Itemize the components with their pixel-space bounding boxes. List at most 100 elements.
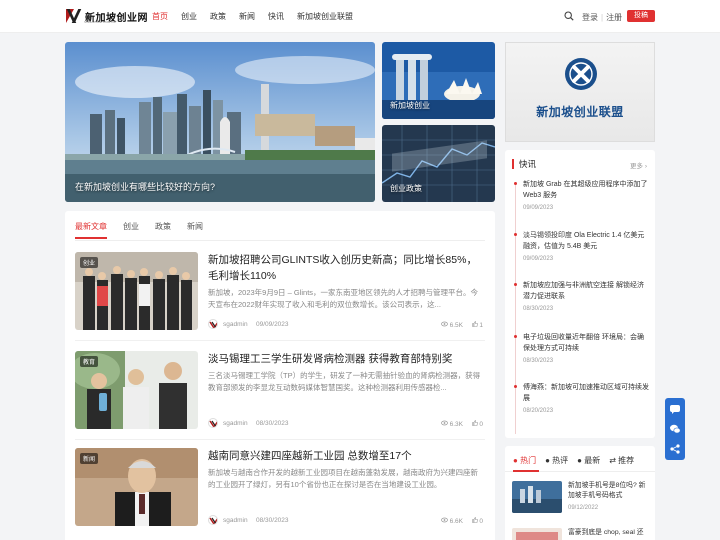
thumbs-up-icon: [471, 420, 478, 426]
hero-side-caption-startup: 新加坡创业: [390, 101, 430, 110]
hot-tabs: ● 热门 ● 热评 ● 最新 ⇄ 推荐: [513, 455, 643, 466]
article-excerpt: 新加坡与越南合作开发的越新工业园项目在越南蓬勃发展，越南政府为兴建四座新的工业园…: [208, 468, 478, 489]
news-item-date: 09/09/2023: [523, 256, 554, 262]
tab-recommend[interactable]: ⇄ 推荐: [609, 455, 634, 466]
news-item[interactable]: 电子垃圾回收量近年翻倍 环境局：会确保处理方式可持续 08/30/2023: [514, 332, 649, 364]
news-item-title[interactable]: 淡马锡领投印度 Ola Electric 1.4 亿美元融资，估值为 5.4B …: [523, 230, 649, 252]
search-icon[interactable]: [564, 11, 574, 21]
news-item-title[interactable]: 新加坡应加强与非洲航空连接 解锁经济潜力促进联系: [523, 280, 649, 302]
floating-share-bar: [665, 398, 685, 460]
hero-side-caption-policy: 创业政策: [390, 184, 422, 193]
article-tag: 教育: [80, 356, 99, 367]
article-title[interactable]: 新加坡招聘公司GLINTS收入创历史新高；同比增长85%，毛利增长110%: [208, 252, 485, 284]
article-title[interactable]: 越南同意兴建四座越新工业园 总数增至17个: [208, 448, 485, 464]
share-icon[interactable]: [669, 443, 681, 455]
logo-subtitle: SINGAPORE STARTUP: [84, 20, 117, 24]
author-name[interactable]: sgadmin: [223, 321, 248, 328]
news-item-date: 08/30/2023: [523, 306, 554, 312]
likes-count[interactable]: 1: [471, 321, 483, 329]
login-link[interactable]: 登录: [582, 13, 598, 22]
tab-hot[interactable]: ● 热门: [513, 455, 536, 466]
nav-home[interactable]: 首页: [152, 11, 168, 22]
fire-icon: ●: [513, 456, 518, 465]
views-count: 6.3K: [440, 420, 463, 428]
news-item[interactable]: 新加坡应加强与非洲航空连接 解锁经济潜力促进联系 08/30/2023: [514, 280, 649, 312]
author-avatar[interactable]: [208, 319, 218, 329]
news-item[interactable]: 新加坡 Grab 在其超级应用程序中添加了 Web3 服务 09/09/2023: [514, 179, 649, 211]
register-link[interactable]: 注册: [606, 13, 622, 22]
article-item[interactable]: 新闻 越南同意兴建四座越新工业园 总数增至17个 新加坡与越南合作开发的越新工业…: [75, 448, 485, 526]
comment-icon: ●: [545, 456, 550, 465]
alliance-ad-banner[interactable]: 新加坡创业联盟: [505, 42, 655, 142]
logo-icon: [66, 9, 82, 23]
thumbs-up-icon: [471, 321, 478, 327]
author-avatar[interactable]: [208, 515, 218, 525]
article-meta: sgadmin 09/09/2023 6.5K 1: [208, 319, 485, 330]
likes-count[interactable]: 0: [471, 420, 483, 428]
author-avatar[interactable]: [208, 418, 218, 428]
hero-side-card-startup[interactable]: 新加坡创业: [382, 42, 495, 119]
tab-news[interactable]: 新闻: [187, 221, 203, 239]
article-item[interactable]: 创业 新加坡招聘公司GLINTS收入创历史新高；同比增长85%，毛利增长110%…: [75, 252, 485, 330]
tab-policy[interactable]: 政策: [155, 221, 171, 239]
chevron-right-icon: ›: [644, 163, 647, 170]
article-tag: 创业: [80, 257, 99, 268]
eye-icon: [440, 517, 448, 523]
hero-side-card-policy[interactable]: 创业政策: [382, 125, 495, 202]
nav-flash[interactable]: 快讯: [268, 11, 284, 22]
nav-policy[interactable]: 政策: [210, 11, 226, 22]
article-title[interactable]: 淡马锡理工三学生研发肾病检测器 获得教育部特别奖: [208, 351, 485, 367]
news-item-date: 08/20/2023: [523, 408, 554, 414]
author-name[interactable]: sgadmin: [223, 517, 248, 524]
post-button[interactable]: 投稿: [627, 10, 655, 22]
news-item-title[interactable]: 傅海燕：新加坡可加速推动区域可持续发展: [523, 382, 649, 404]
article-item[interactable]: 教育 淡马锡理工三学生研发肾病检测器 获得教育部特别奖 三名淡马锡理工学院（TP…: [75, 351, 485, 429]
tab-hot-comments[interactable]: ● 热评: [545, 455, 568, 466]
hot-item-thumbnail[interactable]: [512, 528, 562, 540]
news-item-title[interactable]: 电子垃圾回收量近年翻倍 环境局：会确保处理方式可持续: [523, 332, 649, 354]
article-thumbnail[interactable]: 教育: [75, 351, 198, 429]
nav-startup[interactable]: 创业: [181, 11, 197, 22]
eye-icon: [440, 321, 448, 327]
shuffle-icon: ⇄: [609, 456, 616, 465]
tab-latest[interactable]: 最新文章: [75, 221, 107, 239]
article-divider: [75, 439, 485, 440]
article-thumbnail[interactable]: 新闻: [75, 448, 198, 526]
timeline-dot: [514, 385, 517, 388]
alliance-ad-text: 新加坡创业联盟: [536, 105, 624, 119]
tab-newest[interactable]: ● 最新: [577, 455, 600, 466]
hero-main-caption: 在新加坡创业有哪些比较好的方向?: [75, 182, 216, 192]
article-divider: [75, 340, 485, 341]
main-nav: 首页 创业 政策 新闻 快讯 新加坡创业联盟: [152, 11, 366, 22]
flash-news-more-link[interactable]: 更多 ›: [630, 160, 647, 170]
nav-alliance[interactable]: 新加坡创业联盟: [297, 11, 353, 22]
hot-item-thumbnail[interactable]: [512, 481, 562, 513]
hot-item-title[interactable]: 富豪到底是 chop, seal 还: [568, 528, 652, 538]
news-timeline: [515, 182, 516, 434]
article-thumbnail[interactable]: 创业: [75, 252, 198, 330]
timeline-dot: [514, 335, 517, 338]
hero-main-card[interactable]: 在新加坡创业有哪些比较好的方向?: [65, 42, 375, 202]
singapore-skyline-image: [65, 42, 375, 202]
news-item-title[interactable]: 新加坡 Grab 在其超级应用程序中添加了 Web3 服务: [523, 179, 649, 201]
thumbs-up-icon: [471, 517, 478, 523]
hot-articles-panel: ● 热门 ● 热评 ● 最新 ⇄ 推荐 新加坡手机号是8位吗? 新加坡手机号码格…: [505, 446, 655, 540]
nav-news[interactable]: 新闻: [239, 11, 255, 22]
author-name[interactable]: sgadmin: [223, 420, 248, 427]
news-item[interactable]: 淡马锡领投印度 Ola Electric 1.4 亿美元融资，估值为 5.4B …: [514, 230, 649, 262]
chat-icon[interactable]: [669, 403, 681, 415]
article-tabs: 最新文章 创业 政策 新闻: [75, 221, 219, 239]
article-date: 08/30/2023: [256, 420, 289, 427]
site-header: 新加坡创业网 SINGAPORE STARTUP 首页 创业 政策 新闻 快讯 …: [0, 0, 720, 33]
news-item[interactable]: 傅海燕：新加坡可加速推动区域可持续发展 08/20/2023: [514, 382, 649, 414]
hot-item-title[interactable]: 新加坡手机号是8位吗? 新加坡手机号码格式: [568, 481, 652, 501]
flash-news-title: 快讯: [512, 159, 536, 169]
auth-links: 登录 | 注册: [582, 13, 623, 22]
wechat-icon[interactable]: [669, 423, 681, 435]
article-list: 最新文章 创业 政策 新闻 创业 新加坡招聘公司GLINTS收入创历史新高；同比…: [65, 211, 495, 540]
tab-startup[interactable]: 创业: [123, 221, 139, 239]
article-date: 08/30/2023: [256, 517, 289, 524]
likes-count[interactable]: 0: [471, 517, 483, 525]
timeline-dot: [514, 283, 517, 286]
clock-icon: ●: [577, 456, 582, 465]
